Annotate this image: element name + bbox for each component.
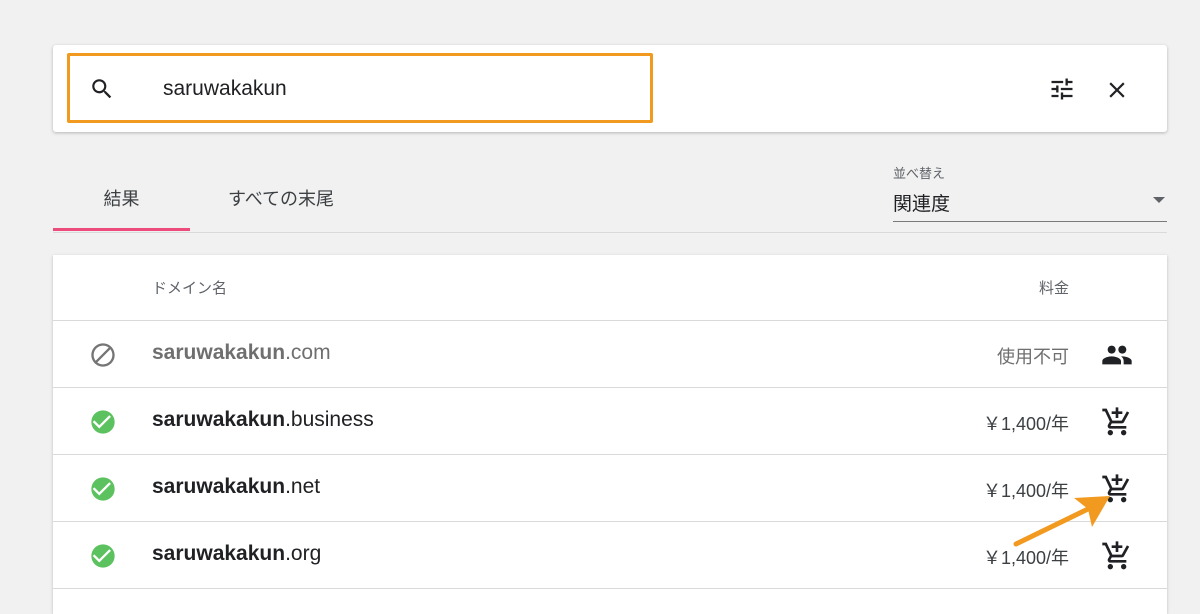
search-input[interactable] (163, 74, 633, 104)
domain-name: saruwakakun.com (152, 341, 331, 365)
people-icon[interactable] (1101, 339, 1133, 371)
unavailable-icon (91, 343, 115, 367)
domain-tld: .org (285, 542, 322, 565)
domain-name: saruwakakun.org (152, 542, 321, 566)
tab-results[interactable]: 結果 (53, 170, 190, 231)
sort-value: 関連度 (893, 194, 951, 215)
table-header: ドメイン名 料金 (53, 255, 1167, 321)
domain-name: saruwakakun.net (152, 475, 320, 499)
price: ￥1,400/年 (982, 414, 1069, 434)
table-row: saruwakakun.net ￥1,400/年 (53, 455, 1167, 522)
sort-label: 並べ替え (893, 166, 946, 181)
search-icon (92, 79, 112, 99)
tune-icon[interactable] (1048, 75, 1076, 103)
search-bar (53, 45, 1167, 132)
close-icon[interactable] (1104, 77, 1130, 103)
available-check-icon (91, 410, 115, 434)
column-domain-name: ドメイン名 (152, 280, 228, 297)
sort-underline (893, 221, 1167, 222)
tab-all-extensions[interactable]: すべての末尾 (190, 170, 372, 230)
table-row: saruwakakun.com 使用不可 (53, 321, 1167, 388)
dropdown-arrow-icon (1153, 197, 1165, 203)
annotation-arrow-icon (1013, 496, 1110, 547)
domain-tld: .business (285, 408, 374, 431)
price: 使用不可 (997, 347, 1069, 367)
sort-select[interactable]: 並べ替え 関連度 (893, 163, 1167, 223)
domain-name: saruwakakun.business (152, 408, 374, 432)
table-row: saruwakakun.org ￥1,400/年 (53, 522, 1167, 589)
add-to-cart-icon[interactable] (1101, 406, 1133, 438)
available-check-icon (91, 544, 115, 568)
tabs-divider (53, 232, 1167, 233)
domain-label: saruwakakun (152, 341, 286, 364)
domain-label: saruwakakun (152, 408, 286, 431)
domain-tld: .net (285, 475, 321, 498)
domain-label: saruwakakun (152, 542, 286, 565)
table-row: saruwakakun.business ￥1,400/年 (53, 388, 1167, 455)
domain-tld: .com (285, 341, 331, 364)
available-check-icon (91, 477, 115, 501)
column-price: 料金 (1038, 280, 1069, 297)
results-table: ドメイン名 料金 saruwakakun.com 使用不可 saruwakaku… (53, 255, 1167, 614)
domain-label: saruwakakun (152, 475, 286, 498)
